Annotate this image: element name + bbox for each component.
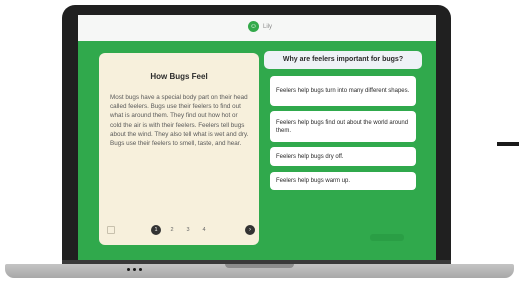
answer-option-label: Feelers help bugs find out about the wor… xyxy=(276,119,409,134)
page-1-button[interactable]: 1 xyxy=(151,225,161,235)
page-2-button[interactable]: 2 xyxy=(167,225,177,235)
app-header: ☺ Lily xyxy=(78,15,436,41)
reading-passage-card: How Bugs Feel Most bugs have a special b… xyxy=(99,53,259,245)
answer-option-label: Feelers help bugs turn into many differe… xyxy=(276,88,410,94)
pagination: 1 2 3 4 xyxy=(151,225,209,235)
answer-option-2[interactable]: Feelers help bugs find out about the wor… xyxy=(270,111,416,142)
answer-option-label: Feelers help bugs dry off. xyxy=(276,153,344,160)
answer-option-4[interactable]: Feelers help bugs warm up. xyxy=(270,172,416,190)
page-4-button[interactable]: 4 xyxy=(199,225,209,235)
answer-option-1[interactable]: Feelers help bugs turn into many differe… xyxy=(270,76,416,106)
answer-option-label: Feelers help bugs warm up. xyxy=(276,178,351,184)
bookmark-icon[interactable] xyxy=(107,226,115,234)
footer-element xyxy=(370,234,404,241)
answer-option-3[interactable]: Feelers help bugs dry off. xyxy=(270,147,416,166)
brand-name: Lily xyxy=(263,23,273,30)
brand: ☺ Lily xyxy=(248,21,272,32)
arrow-icon xyxy=(497,142,519,146)
lily-logo-icon: ☺ xyxy=(248,21,259,32)
page-3-button[interactable]: 3 xyxy=(183,225,193,235)
laptop-port-dots xyxy=(127,268,142,271)
laptop-screen: ☺ Lily How Bugs Feel Most bugs have a sp… xyxy=(78,15,436,260)
passage-title: How Bugs Feel xyxy=(150,72,208,81)
question-prompt: Why are feelers important for bugs? xyxy=(264,51,422,69)
laptop-notch xyxy=(225,264,294,268)
chevron-right-icon[interactable]: › xyxy=(245,225,255,235)
passage-text: Most bugs have a special body part on th… xyxy=(110,94,249,148)
